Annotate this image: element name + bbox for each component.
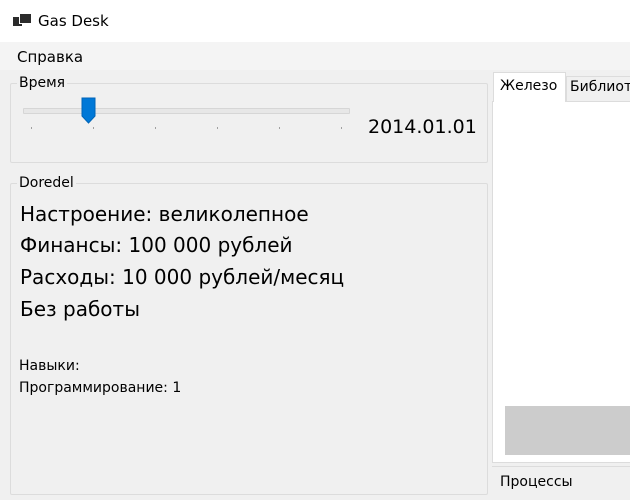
menu-bar: Справка: [0, 42, 630, 70]
time-slider-track[interactable]: [23, 108, 350, 114]
slider-tick: [217, 127, 218, 129]
finances-text: Финансы: 100 000 рублей: [20, 233, 293, 257]
slider-tick: [279, 127, 280, 129]
skills-header: Навыки:: [19, 358, 80, 374]
date-value: 2014.01.01: [368, 116, 477, 138]
gray-panel: [505, 406, 630, 455]
title-bar: Gas Desk: [0, 0, 630, 42]
divider: [492, 466, 630, 467]
processes-label: Процессы: [500, 474, 573, 490]
slider-tick: [155, 127, 156, 129]
expenses-text: Расходы: 10 000 рублей/месяц: [20, 265, 345, 289]
tab-libraries[interactable]: Библиотеки: [566, 76, 630, 101]
tab-hardware[interactable]: Железо: [493, 72, 566, 102]
slider-tick: [93, 127, 94, 129]
skill-programming: Программирование: 1: [19, 380, 182, 396]
window-title: Gas Desk: [38, 12, 109, 30]
time-slider-thumb[interactable]: [81, 97, 96, 124]
slider-tick: [341, 127, 342, 129]
menu-help[interactable]: Справка: [17, 48, 83, 66]
person-name: Doredel: [19, 175, 74, 191]
windows-app-icon: [13, 13, 32, 27]
slider-tick: [31, 127, 32, 129]
time-group-title: Время: [19, 75, 66, 91]
mood-text: Настроение: великолепное: [20, 202, 309, 226]
employment-text: Без работы: [20, 297, 140, 321]
